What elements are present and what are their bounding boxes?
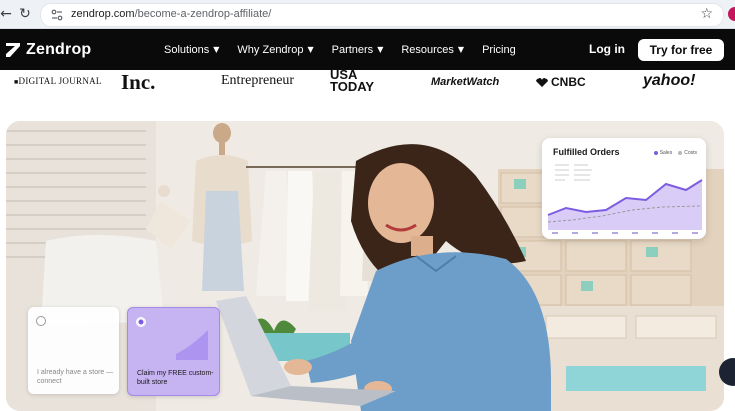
browser-toolbar: ← ↻ zendrop.com/become-a-zendrop-affilia… (0, 0, 735, 29)
menu-label: Solutions (164, 43, 210, 56)
main-menu: Solutions ▼ Why Zendrop ▼ Partners ▼ Resour… (164, 29, 534, 70)
try-for-free-button[interactable]: Try for free (638, 39, 724, 61)
menu-label: Why Zendrop (237, 43, 304, 56)
zendrop-logo[interactable]: Zendrop (6, 40, 91, 60)
digital-journal-logo: ■DIGITAL JOURNAL (14, 76, 102, 86)
menu-why-zendrop[interactable]: Why Zendrop ▼ (237, 44, 313, 56)
menu-resources[interactable]: Resources ▼ (401, 44, 464, 56)
login-link[interactable]: Log in (589, 42, 625, 56)
chevron-down-icon: ▼ (307, 45, 314, 54)
menu-label: Resources (401, 43, 454, 56)
cnbc-logo: CNBC (536, 75, 586, 89)
entrepreneur-logo: Entrepreneur (221, 73, 295, 88)
chevron-down-icon: ▼ (213, 45, 220, 54)
yahoo-logo: yahoo! (643, 72, 696, 89)
url-host: zendrop.com (71, 8, 135, 20)
peacock-icon (536, 77, 548, 87)
radio-existing-store[interactable] (36, 316, 46, 326)
press-logos: ■DIGITAL JOURNAL Inc. Entrepreneur USA TO… (0, 68, 735, 120)
inc-logo: Inc. (121, 70, 156, 94)
orders-legend: Sales Costs (653, 150, 697, 156)
radio-free-store[interactable] (136, 317, 146, 327)
site-header: Zendrop Solutions ▼ Why Zendrop ▼ Partners… (0, 29, 735, 70)
option-existing-store-label: I already have a store — connect (37, 369, 114, 385)
address-bar[interactable]: zendrop.com/become-a-zendrop-affiliate/ … (40, 3, 724, 27)
marketwatch-logo: MarketWatch (431, 76, 500, 88)
usa-today-line-2: TODAY (330, 79, 375, 94)
back-icon[interactable]: ← (0, 4, 16, 24)
legend-sales-label: Sales (659, 150, 673, 156)
legend-costs-label: Costs (684, 150, 697, 156)
reload-icon[interactable]: ↻ (15, 4, 35, 24)
orders-mini-chart (547, 164, 703, 234)
bookmark-star-icon[interactable]: ☆ (700, 6, 713, 22)
profile-avatar[interactable] (728, 7, 735, 21)
site-info-icon[interactable] (50, 8, 64, 22)
logo-text: Zendrop (26, 41, 92, 58)
legend-sales: Sales (653, 150, 673, 156)
option-free-store-label: Claim my FREE custom-built store (137, 370, 214, 386)
option-existing-store[interactable]: I already have a store — connect (28, 307, 119, 394)
cnbc-text: CNBC (551, 75, 586, 89)
chevron-down-icon: ▼ (457, 45, 465, 54)
menu-label: Pricing (482, 43, 516, 56)
orders-card-title: Fulfilled Orders (553, 147, 620, 157)
chevron-down-icon: ▼ (377, 45, 384, 54)
usa-today-logo: USA TODAY (330, 68, 375, 94)
menu-partners[interactable]: Partners ▼ (332, 44, 384, 56)
url-text: zendrop.com/become-a-zendrop-affiliate/ (71, 8, 271, 20)
legend-costs: Costs (678, 150, 697, 156)
option-free-store[interactable]: Claim my FREE custom-built store (127, 307, 220, 396)
digital-journal-text: DIGITAL JOURNAL (18, 76, 102, 86)
fulfilled-orders-card: Fulfilled Orders Sales Costs (542, 138, 706, 239)
url-path: /become-a-zendrop-affiliate/ (134, 8, 272, 20)
menu-label: Partners (331, 43, 374, 56)
menu-solutions[interactable]: Solutions ▼ (164, 44, 219, 56)
zendrop-mark-icon (6, 43, 20, 57)
store-illustration-icon (176, 330, 208, 360)
menu-pricing[interactable]: Pricing (482, 44, 516, 56)
